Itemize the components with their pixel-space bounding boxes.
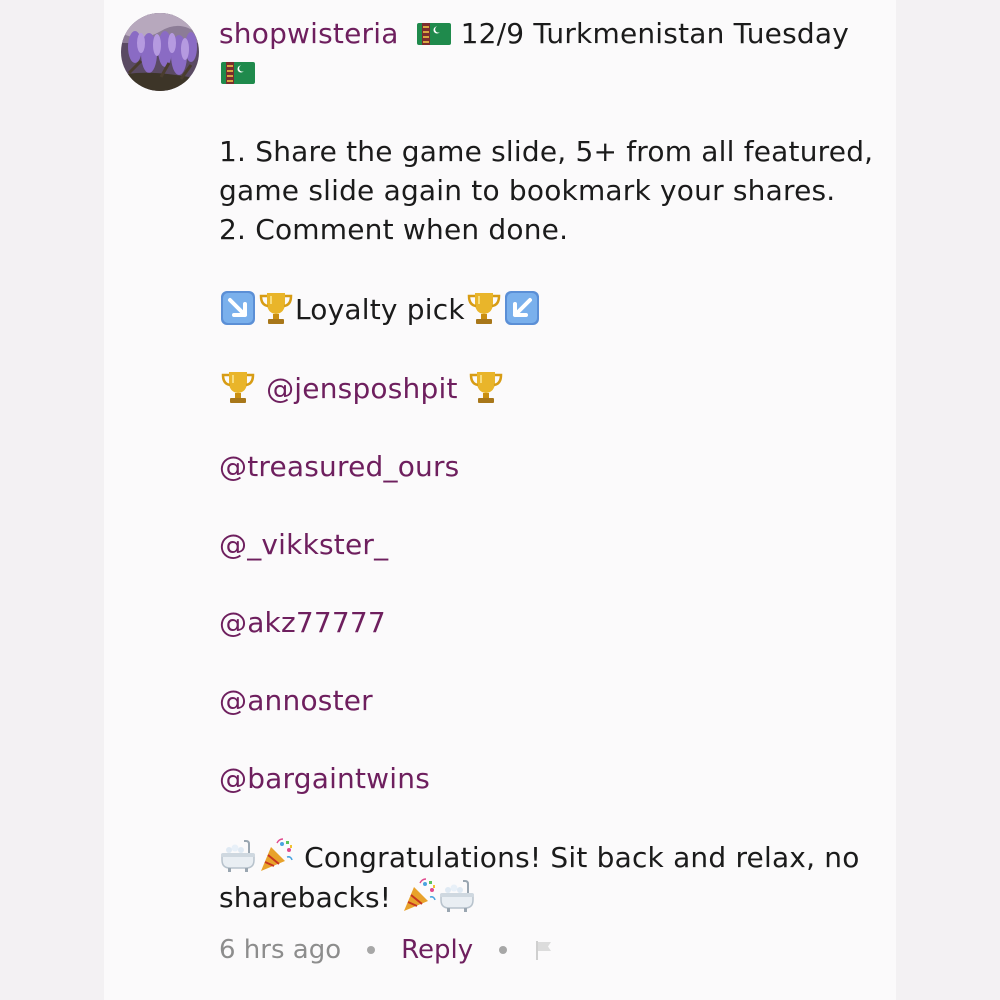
bathtub-icon bbox=[440, 880, 475, 912]
congrats-text: sharebacks! bbox=[219, 881, 392, 914]
mention-link[interactable]: @akz77777 bbox=[219, 606, 386, 639]
comment-page: shopwisteria 12/9 Turkmenistan Tuesday 1… bbox=[0, 0, 1000, 1000]
mention-link[interactable]: @_vikkster_ bbox=[219, 528, 388, 561]
mention-row: @akz77777 bbox=[219, 603, 889, 642]
instruction-line: game slide again to bookmark your shares… bbox=[219, 174, 836, 207]
arrow-down-right-icon bbox=[221, 291, 255, 325]
loyalty-heading: Loyalty pick bbox=[219, 289, 889, 329]
turkmenistan-flag-icon bbox=[416, 23, 451, 45]
avatar[interactable] bbox=[121, 13, 199, 91]
mention-row: @annoster bbox=[219, 681, 889, 720]
mention-link[interactable]: @treasured_ours bbox=[219, 450, 459, 483]
mention-link[interactable]: @bargaintwins bbox=[219, 762, 430, 795]
mention-row: @_vikkster_ bbox=[219, 525, 889, 564]
bathtub-icon bbox=[221, 840, 255, 872]
mention-link[interactable]: @jensposhpit bbox=[266, 372, 458, 405]
instruction-line: 2. Comment when done. bbox=[219, 213, 569, 246]
trophy-icon bbox=[259, 293, 293, 324]
comment-title: 12/9 Turkmenistan Tuesday bbox=[460, 17, 849, 50]
trophy-icon bbox=[469, 372, 502, 403]
loyalty-winner: @jensposhpit bbox=[219, 368, 889, 408]
congrats-text: Congratulations! Sit back and relax, no bbox=[304, 841, 860, 874]
mention-row: @treasured_ours bbox=[219, 447, 889, 486]
comment-header: shopwisteria 12/9 Turkmenistan Tuesday bbox=[219, 14, 889, 92]
username-link[interactable]: shopwisteria bbox=[219, 17, 399, 50]
party-popper-icon bbox=[404, 878, 437, 911]
loyalty-label: Loyalty pick bbox=[295, 293, 465, 326]
timestamp: 6 hrs ago bbox=[219, 935, 342, 965]
report-flag-icon[interactable] bbox=[533, 938, 555, 962]
comment-body: shopwisteria 12/9 Turkmenistan Tuesday 1… bbox=[219, 14, 889, 917]
arrow-down-left-icon bbox=[504, 291, 539, 325]
mention-row: @bargaintwins bbox=[219, 759, 889, 798]
turkmenistan-flag-icon bbox=[221, 62, 255, 84]
mention-link[interactable]: @annoster bbox=[219, 684, 373, 717]
congrats-message: Congratulations! Sit back and relax, no … bbox=[219, 837, 889, 917]
reply-button[interactable]: Reply bbox=[401, 935, 473, 965]
separator-dot bbox=[367, 946, 376, 954]
instruction-line: 1. Share the game slide, 5+ from all fea… bbox=[219, 135, 874, 168]
comment-footer: 6 hrs ago Reply bbox=[219, 935, 555, 965]
trophy-icon bbox=[221, 372, 255, 403]
instructions: 1. Share the game slide, 5+ from all fea… bbox=[219, 132, 889, 249]
trophy-icon bbox=[467, 293, 501, 324]
wisteria-avatar-image bbox=[121, 13, 199, 91]
party-popper-icon bbox=[261, 838, 293, 871]
separator-dot bbox=[499, 946, 508, 954]
